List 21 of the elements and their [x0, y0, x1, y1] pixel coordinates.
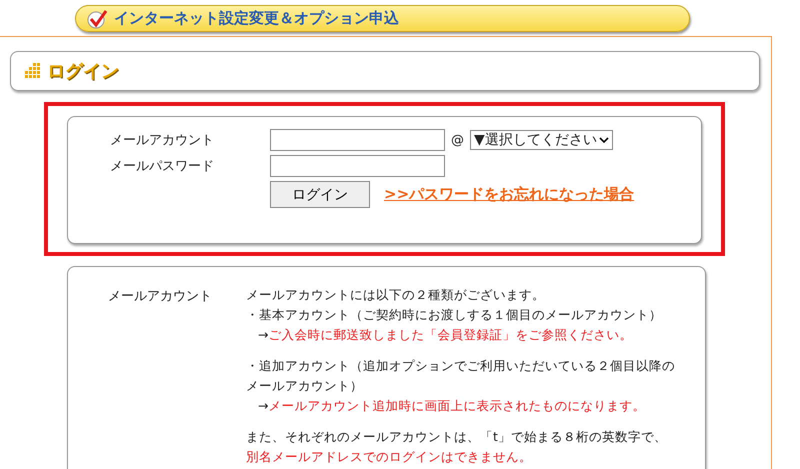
- domain-select[interactable]: ▼選択してください: [470, 130, 613, 150]
- checkmark-icon: [86, 8, 108, 30]
- info-text: また、それぞれのメールアカウントは、「t」で始まる８桁の英数字で、: [246, 428, 668, 446]
- info-text: ・追加アカウント（追加オプションでご利用いただいている２個目以降の: [246, 357, 676, 375]
- info-label: メールアカウント: [108, 288, 213, 306]
- at-sign: @: [451, 132, 464, 148]
- section-title: ログイン: [47, 60, 119, 83]
- info-text: メールアカウント）: [246, 377, 364, 395]
- grid-icon: [25, 63, 41, 79]
- password-field[interactable]: [270, 155, 445, 177]
- banner-title: インターネット設定変更＆オプション申込: [114, 9, 399, 28]
- info-text: ・基本アカウント（ご契約時にお渡しする１個目のメールアカウント）: [246, 306, 663, 324]
- field-label: メールアカウント: [110, 132, 215, 150]
- info-note: →メールアカウント追加時に画面上に表示されたものになります。: [257, 397, 646, 415]
- info-text: メールアカウントには以下の２種類がございます。: [246, 286, 546, 304]
- login-button[interactable]: ログイン: [270, 181, 370, 208]
- chevron-down-icon: [598, 136, 609, 144]
- info-note: →ご入会時に郵送致しました「会員登録証」をご参照ください。: [257, 326, 634, 344]
- field-label: メールパスワード: [110, 158, 215, 176]
- warning-text: 別名メールアドレスでのログインはできません。: [246, 448, 533, 466]
- account-field[interactable]: [270, 129, 445, 151]
